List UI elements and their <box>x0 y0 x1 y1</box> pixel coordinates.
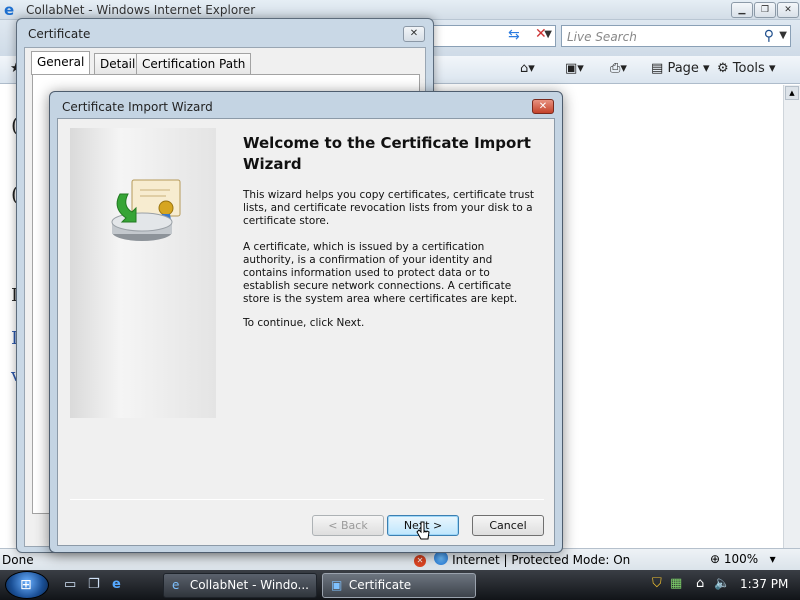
wizard-separator <box>70 499 544 500</box>
stop-icon[interactable]: ✕ <box>535 26 547 42</box>
page-scrollbar[interactable]: ▲ <box>783 85 800 548</box>
search-dropdown-icon[interactable]: ▼ <box>779 30 787 41</box>
security-zone[interactable]: Internet | Protected Mode: On <box>433 553 630 567</box>
zoom-level: 100% <box>723 552 759 566</box>
search-placeholder: Live Search <box>567 30 637 44</box>
security-shield-icon[interactable]: ⛉ <box>652 576 662 591</box>
browser-title: CollabNet - Windows Internet Explorer <box>26 3 256 17</box>
home-icon[interactable]: ⌂▾ <box>520 61 535 76</box>
feeds-icon[interactable]: ▣▾ <box>565 61 584 76</box>
certificate-dialog-title: Certificate <box>28 27 91 41</box>
certificate-close-button[interactable]: ✕ <box>403 26 425 42</box>
certificate-taskbar-icon: ▣ <box>331 578 343 592</box>
search-icon[interactable]: ⚲ <box>764 28 774 44</box>
start-orb-icon[interactable]: ⊞ <box>5 571 49 599</box>
ie-logo-icon: e <box>4 1 15 19</box>
taskbar-label-certificate: Certificate <box>348 578 412 592</box>
back-button[interactable]: < Back <box>312 515 384 536</box>
globe-icon <box>434 551 448 565</box>
tools-menu-label: Tools <box>732 61 765 76</box>
wizard-body: Welcome to the Certificate Import Wizard… <box>57 118 555 546</box>
tab-general[interactable]: General <box>31 51 91 75</box>
ie-quicklaunch-icon[interactable]: e <box>112 577 121 592</box>
print-icon[interactable]: ⎙▾ <box>610 61 627 76</box>
switch-windows-icon[interactable]: ❐ <box>88 577 100 592</box>
security-zone-label: Internet | Protected Mode: On <box>452 553 631 567</box>
refresh-icon[interactable]: ⇆ <box>508 27 520 43</box>
browser-title-bar: e CollabNet - Windows Internet Explorer … <box>0 0 800 20</box>
wizard-heading: Welcome to the Certificate Import Wizard <box>243 134 531 173</box>
zoom-control[interactable]: ⊕ 100% ▾ <box>710 552 776 566</box>
scroll-up-icon[interactable]: ▲ <box>785 86 799 100</box>
taskbar-button-certificate[interactable]: ▣ Certificate <box>322 573 476 598</box>
taskbar-button-collabnet[interactable]: e CollabNet - Windo... <box>163 573 317 598</box>
tab-certification-path[interactable]: Certification Path <box>136 53 252 74</box>
wizard-paragraph-2: A certificate, which is issued by a cert… <box>243 241 518 305</box>
maximize-button[interactable]: ❐ <box>754 2 776 18</box>
error-icon: ✕ <box>414 555 426 567</box>
page-menu-label: Page <box>667 61 699 76</box>
browser-close-button[interactable]: ✕ <box>777 2 799 18</box>
tools-menu[interactable]: ⚙ Tools ▾ <box>717 61 776 76</box>
minimize-button[interactable]: ▁ <box>731 2 753 18</box>
cancel-button[interactable]: Cancel <box>472 515 544 536</box>
page-icon: ▤ <box>651 61 664 76</box>
system-clock[interactable]: 1:37 PM <box>740 577 788 591</box>
search-box[interactable]: Live Search ⚲ ▼ <box>561 25 791 47</box>
show-desktop-icon[interactable]: ▭ <box>64 577 76 592</box>
import-wizard-dialog: Certificate Import Wizard ✕ Welcome to t… <box>49 91 563 553</box>
page-menu[interactable]: ▤ Page ▾ <box>651 61 710 76</box>
wizard-title: Certificate Import Wizard <box>62 100 213 114</box>
mouse-pointer-icon <box>416 521 430 540</box>
network-status-icon[interactable]: ▦ <box>670 576 682 591</box>
taskbar-label-collabnet: CollabNet - Windo... <box>189 578 309 592</box>
wizard-paragraph-1: This wizard helps you copy certificates,… <box>243 189 535 227</box>
network-icon[interactable]: ⌂ <box>696 576 704 591</box>
wizard-side-panel <box>70 128 216 418</box>
wizard-paragraph-3: To continue, click Next. <box>243 317 365 329</box>
ie-taskbar-icon: e <box>172 578 180 592</box>
certificate-icon <box>111 179 181 241</box>
volume-muted-icon[interactable]: 🔈 <box>714 576 730 591</box>
wizard-close-button[interactable]: ✕ <box>532 99 554 114</box>
tools-icon: ⚙ <box>717 61 729 76</box>
status-text: Done <box>2 553 34 567</box>
